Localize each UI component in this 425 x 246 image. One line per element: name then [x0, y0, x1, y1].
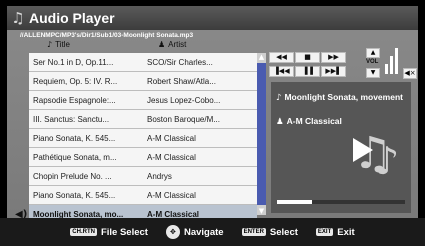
volume-label: VOL: [366, 59, 379, 65]
music-note-icon: ♪: [276, 93, 282, 103]
mute-button[interactable]: ◀×: [403, 68, 417, 79]
track-row[interactable]: Pathétique Sonata, m... A-M Classical: [29, 148, 257, 167]
audio-player-window: ♫ Audio Player //ALLENMPC/MP3's/Dir1/Sub…: [7, 6, 418, 224]
screen: ♫ Audio Player //ALLENMPC/MP3's/Dir1/Sub…: [0, 0, 425, 246]
track-row[interactable]: Requiem, Op. 5: IV. R... Robert Shaw/Atla…: [29, 72, 257, 91]
previous-track-button[interactable]: ▐◀◀: [269, 66, 294, 77]
title-bar: ♫ Audio Player: [7, 6, 418, 30]
volume-up-button[interactable]: ▲: [366, 48, 380, 58]
track-list: Ser No.1 in D, Op.11... SCO/Sir Charles..…: [15, 53, 257, 224]
track-row[interactable]: Piano Sonata, K. 545... A-M Classical: [29, 129, 257, 148]
playback-progress-fill: [277, 200, 312, 204]
file-path: //ALLENMPC/MP3's/Dir1/Sub1/03-Moonlight …: [20, 32, 194, 39]
track-row[interactable]: Chopin Prelude No. ... Andrys: [29, 167, 257, 186]
person-icon: ♟: [276, 117, 284, 127]
track-row[interactable]: Ser No.1 in D, Op.11... SCO/Sir Charles..…: [29, 53, 257, 72]
exit-key-icon: EXIT: [315, 228, 334, 236]
scroll-down-arrow-icon[interactable]: ▼: [257, 207, 266, 215]
music-note-icon: ♫: [11, 9, 25, 27]
music-note-icon: ♪: [47, 40, 53, 49]
volume-down-button[interactable]: ▼: [366, 68, 380, 78]
now-playing-panel: ♪ Moonlight Sonata, movement ♟ A-M Classic…: [271, 82, 411, 213]
playback-progress-bar[interactable]: [277, 200, 405, 204]
fast-forward-button[interactable]: ▶▶: [321, 52, 346, 63]
column-header-title: ♪ Title: [47, 40, 70, 49]
next-track-button[interactable]: ▶▶▌: [321, 66, 346, 77]
now-playing-title: ♪ Moonlight Sonata, movement: [276, 92, 403, 103]
column-header-artist: ♟ Artist: [158, 40, 187, 49]
footer-navigate-label: Navigate: [183, 226, 224, 238]
volume-level-icon: [383, 46, 399, 74]
footer-file-select-label: File Select: [100, 226, 148, 238]
footer-exit-label: Exit: [337, 226, 355, 238]
app-title: Audio Player: [29, 10, 115, 26]
person-icon: ♟: [158, 40, 166, 49]
enter-key-icon: ENTER: [241, 228, 266, 236]
track-row[interactable]: III. Sanctus: Sanctu... Boston Baroque/M.…: [29, 110, 257, 129]
rewind-button[interactable]: ◀◀: [269, 52, 294, 63]
footer-hint-bar: CH.RTN File Select ✥ Navigate ENTER Sele…: [0, 218, 425, 246]
ch-rtn-key-icon: CH.RTN: [70, 228, 97, 236]
scroll-thumb[interactable]: [257, 63, 266, 205]
footer-select-label: Select: [269, 226, 298, 238]
volume-control: ▲ VOL ▼: [366, 48, 382, 80]
play-arrow-icon: [353, 138, 373, 162]
stop-button[interactable]: ■: [295, 52, 320, 63]
pause-button[interactable]: ▐▐: [295, 66, 320, 77]
track-row[interactable]: Piano Sonata, K. 545... A-M Classical: [29, 186, 257, 205]
navigate-dpad-icon: ✥: [165, 225, 180, 239]
now-playing-artist: ♟ A-M Classical: [276, 116, 342, 127]
track-row[interactable]: Rapsodie Espagnole:... Jesus Lopez-Cobo..…: [29, 91, 257, 110]
